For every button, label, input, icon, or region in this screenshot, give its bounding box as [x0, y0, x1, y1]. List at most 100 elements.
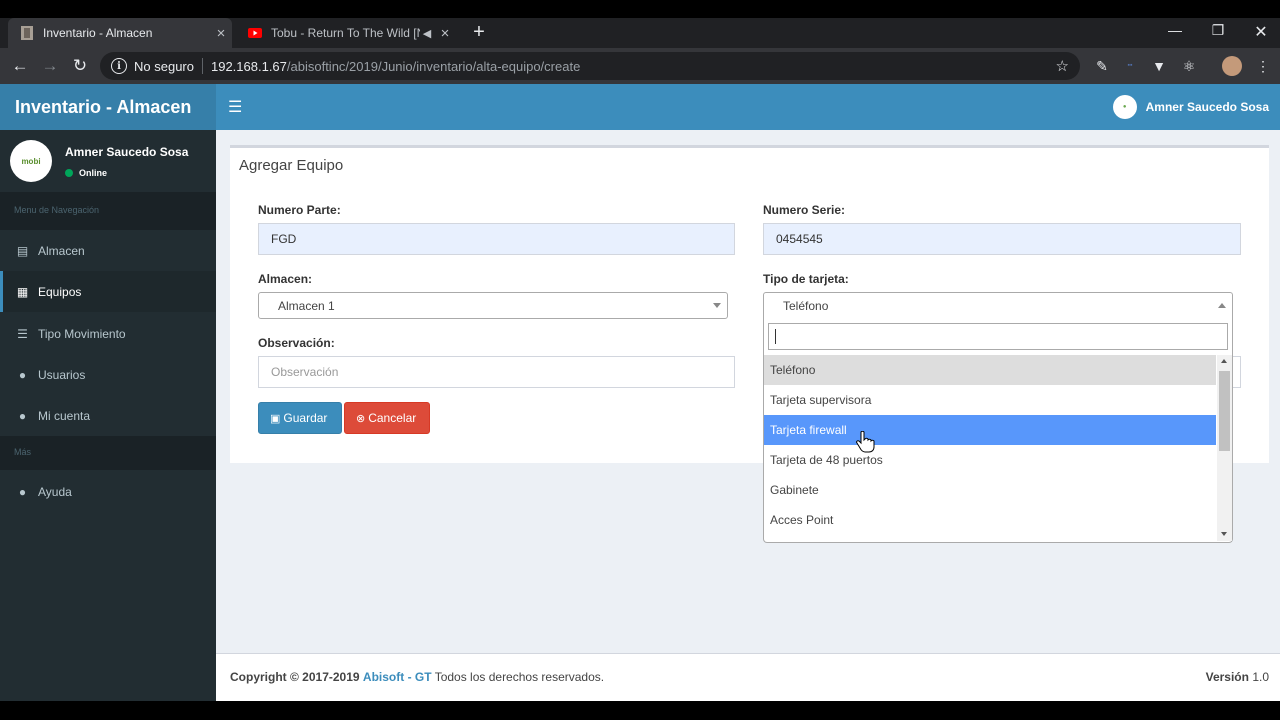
url-path: /abisoftinc/2019/Junio/inventario/alta-e… [286, 58, 581, 74]
back-icon[interactable]: ← [9, 55, 31, 77]
grid-icon: ▦ [16, 284, 29, 299]
url-host: 192.168.1.67 [210, 58, 287, 74]
dropdown-search-input[interactable] [768, 323, 1228, 350]
page-title: Agregar Equipo [239, 157, 344, 174]
dropdown-option[interactable]: Teléfono [764, 355, 1216, 385]
speaker-icon[interactable]: ◀ [420, 27, 434, 40]
scroll-up-arrow-icon[interactable] [1221, 359, 1227, 363]
forward-icon[interactable]: → [39, 55, 61, 77]
extension-react-icon[interactable]: ⚛ [1180, 57, 1198, 75]
sidebar-item-equipos[interactable]: ▦ Equipos [0, 271, 216, 312]
top-navbar: ☰ ● Amner Saucedo Sosa [216, 84, 1280, 130]
avatar: ● [1112, 95, 1137, 119]
chevron-up-icon [1218, 303, 1226, 308]
numero-parte-label: Numero Parte: [258, 203, 341, 217]
user-icon: ● [18, 408, 27, 423]
tab-title: Tobu - Return To The Wild [N [271, 26, 420, 40]
sidebar-item-label: Tipo Movimiento [38, 326, 126, 341]
save-button[interactable]: ▣ Guardar [258, 402, 342, 434]
reload-icon[interactable]: ↻ [69, 55, 91, 77]
scroll-down-arrow-icon[interactable] [1221, 532, 1227, 536]
dropdown-option[interactable]: Tarjeta de 48 puertos [764, 445, 1216, 475]
rights-text: Todos los derechos reservados. [434, 670, 605, 684]
tipo-tarjeta-select[interactable]: Teléfono [763, 292, 1233, 319]
info-circle-icon: ● [18, 484, 27, 499]
tab-youtube[interactable]: Tobu - Return To The Wild [N ◀ × [236, 18, 456, 48]
hand-pointer-cursor-icon [856, 431, 875, 453]
user-panel: mobi Amner Saucedo Sosa Online [0, 130, 216, 192]
sidebar-item-label: Almacen [38, 243, 85, 258]
profile-avatar[interactable] [1222, 56, 1242, 76]
scrollbar-thumb[interactable] [1219, 371, 1230, 451]
dropdown-option[interactable]: Tarjeta supervisora [764, 385, 1216, 415]
times-circle-icon: ⊗ [356, 412, 366, 425]
security-label: No seguro [134, 58, 194, 74]
tab-inventario[interactable]: Inventario - Almacen × [8, 18, 232, 48]
almacen-label: Almacen: [258, 272, 313, 286]
window-close-icon[interactable]: ✕ [1246, 22, 1276, 42]
hamburger-menu-icon[interactable]: ☰ [228, 97, 242, 117]
user-status: Online [65, 168, 107, 178]
cancel-button[interactable]: ⊗ Cancelar [344, 402, 430, 434]
restore-icon[interactable]: ❐ [1203, 22, 1233, 39]
dropdown-option[interactable]: Gabinete [764, 475, 1216, 505]
users-icon: ● [18, 367, 27, 382]
sidebar-item-label: Usuarios [38, 367, 86, 382]
close-icon[interactable]: × [434, 25, 456, 42]
numero-parte-input[interactable]: FGD [258, 223, 735, 255]
page-favicon-icon [20, 26, 34, 40]
observacion-input[interactable]: Observación [258, 356, 735, 388]
text-cursor [775, 329, 776, 344]
sidebar-item-label: Mi cuenta [38, 408, 91, 423]
tab-strip: Inventario - Almacen × Tobu - Return To … [0, 18, 1280, 48]
sidebar-item-label: Equipos [38, 284, 82, 299]
sidebar-item-tipo-movimiento[interactable]: ☰ Tipo Movimiento [0, 313, 216, 354]
sidebar: mobi Amner Saucedo Sosa Online Menu de N… [0, 130, 216, 701]
address-bar[interactable]: i No seguro 192.168.1.67 /abisoftinc/201… [100, 52, 1080, 80]
extension-pen-icon[interactable]: ✎ [1093, 57, 1111, 75]
bookmark-star-icon[interactable]: ☆ [1056, 57, 1069, 75]
extension-badge-icon[interactable]: ▪▪ [1121, 57, 1139, 75]
almacen-select-value: Almacen 1 [278, 298, 335, 313]
menu-kebab-icon[interactable]: ⋮ [1254, 57, 1272, 75]
numero-serie-input[interactable]: 0454545 [763, 223, 1241, 255]
tipo-tarjeta-select-value: Teléfono [783, 299, 829, 313]
new-tab-button[interactable]: + [468, 22, 490, 44]
sidebar-item-mi-cuenta[interactable]: ● Mi cuenta [0, 395, 216, 436]
youtube-icon [248, 26, 262, 40]
minimize-icon[interactable]: — [1160, 22, 1190, 38]
close-icon[interactable]: × [210, 25, 232, 42]
chevron-down-icon [713, 303, 721, 308]
extension-v-icon[interactable]: ▼ [1150, 57, 1168, 75]
footer-version: Versión 1.0 [1206, 670, 1269, 684]
avatar-logo-text: mobi [21, 156, 41, 166]
sidebar-item-almacen[interactable]: ▤ Almacen [0, 230, 216, 271]
dropdown-options-list: Teléfono Tarjeta supervisora Tarjeta firew… [764, 355, 1216, 541]
almacen-select[interactable]: Almacen 1 [258, 292, 728, 319]
browser-window: Inventario - Almacen × Tobu - Return To … [0, 18, 1280, 701]
footer-copyright: Copyright © 2017-2019 Abisoft - GT Todos… [230, 670, 604, 684]
tipo-tarjeta-dropdown: Teléfono Tarjeta supervisora Tarjeta firew… [763, 319, 1233, 543]
sidebar-header-navigation: Menu de Navegación [0, 192, 216, 230]
app-logo[interactable]: Inventario - Almacen [0, 84, 216, 130]
online-dot-icon [65, 169, 73, 177]
dropdown-option[interactable]: Tarjeta firewall [764, 415, 1216, 445]
navbar-user-menu[interactable]: ● Amner Saucedo Sosa [1112, 95, 1269, 119]
sidebar-header-more: Más [0, 436, 216, 470]
info-icon[interactable]: i [111, 58, 127, 74]
tab-title: Inventario - Almacen [43, 26, 153, 40]
version-label: Versión [1205, 670, 1249, 684]
sidebar-item-ayuda[interactable]: ● Ayuda [0, 471, 216, 512]
sidebar-item-usuarios[interactable]: ● Usuarios [0, 354, 216, 395]
sidebar-item-label: Ayuda [38, 484, 72, 499]
numero-serie-label: Numero Serie: [763, 203, 846, 217]
browser-toolbar: ← → ↻ i No seguro 192.168.1.67 /abisofti… [0, 48, 1280, 84]
save-button-label: Guardar [283, 411, 328, 425]
user-name: Amner Saucedo Sosa [65, 145, 189, 159]
tipo-tarjeta-label: Tipo de tarjeta: [763, 272, 849, 286]
footer: Copyright © 2017-2019 Abisoft - GT Todos… [216, 653, 1280, 701]
dropdown-option[interactable]: Acces Point [764, 505, 1216, 535]
floppy-disk-icon: ▣ [270, 412, 281, 425]
company-link[interactable]: Abisoft - GT [363, 670, 432, 684]
dropdown-scrollbar[interactable] [1217, 355, 1232, 541]
